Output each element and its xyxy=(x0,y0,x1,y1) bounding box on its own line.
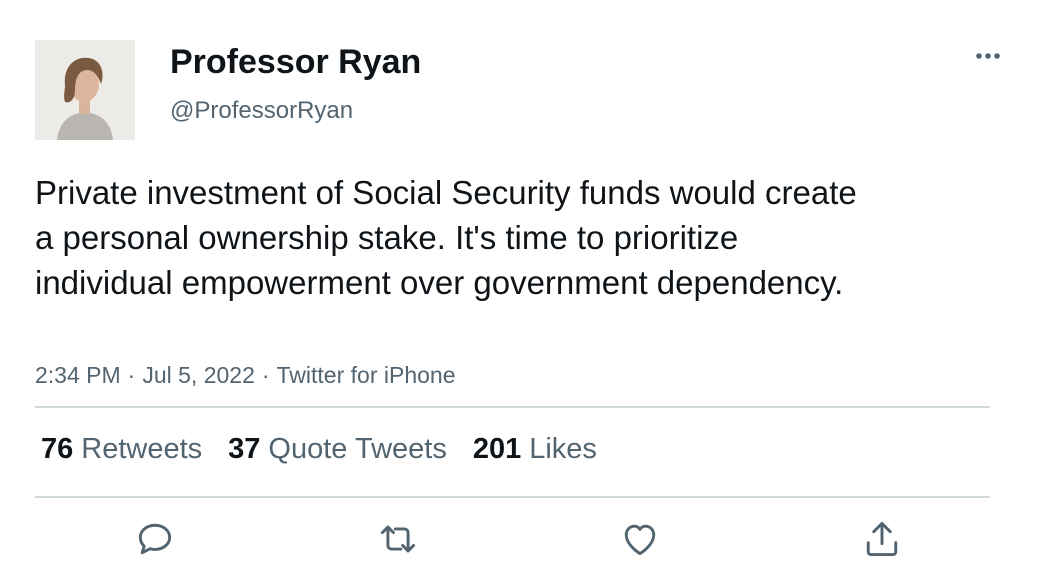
like-icon[interactable] xyxy=(618,517,662,561)
avatar[interactable] xyxy=(35,40,135,140)
retweet-icon[interactable] xyxy=(376,517,420,561)
quote-tweets-stat[interactable]: 37 Quote Tweets xyxy=(228,432,447,466)
quote-tweets-label: Quote Tweets xyxy=(268,433,447,465)
quote-tweets-count: 37 xyxy=(228,433,261,465)
divider xyxy=(35,496,990,498)
tweet-text: Private investment of Social Security fu… xyxy=(35,174,857,301)
user-handle[interactable]: @ProfessorRyan xyxy=(170,96,353,126)
retweets-stat[interactable]: 76 Retweets xyxy=(41,432,202,466)
profile-photo xyxy=(35,40,135,140)
meta-separator: · xyxy=(127,362,136,388)
display-name[interactable]: Professor Ryan xyxy=(170,42,421,82)
retweets-label: Retweets xyxy=(81,433,203,465)
engagement-stats: 76 Retweets 37 Quote Tweets 201 Likes xyxy=(41,432,623,466)
divider xyxy=(35,406,990,408)
likes-stat[interactable]: 201 Likes xyxy=(473,432,597,466)
share-icon[interactable] xyxy=(860,517,904,561)
retweets-count: 76 xyxy=(41,433,74,465)
meta-separator: · xyxy=(261,362,270,388)
tweet-time[interactable]: 2:34 PM xyxy=(35,362,121,388)
tweet-source[interactable]: Twitter for iPhone xyxy=(277,362,456,388)
likes-label: Likes xyxy=(529,433,597,465)
reply-icon[interactable] xyxy=(133,517,177,561)
tweet-date[interactable]: Jul 5, 2022 xyxy=(142,362,255,388)
tweet-metadata: 2:34 PM · Jul 5, 2022 · Twitter for iPhone xyxy=(35,361,456,389)
more-options-icon[interactable] xyxy=(970,42,1006,70)
likes-count: 201 xyxy=(472,433,522,465)
